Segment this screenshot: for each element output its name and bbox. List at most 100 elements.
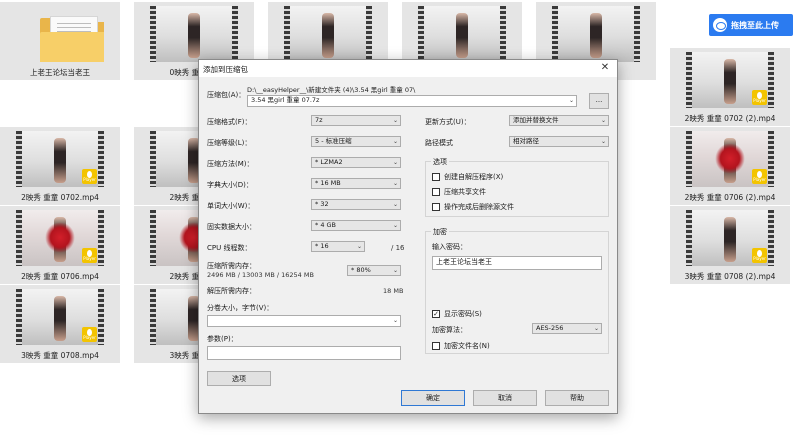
dict-value: * 16 MB (315, 179, 341, 187)
method-label: 压缩方法(M)： (207, 160, 254, 168)
chevron-down-icon: ⌄ (392, 159, 398, 166)
params-label: 参数(P)： (207, 335, 238, 343)
dict-label: 字典大小(D)： (207, 181, 253, 189)
method-value: * LZMA2 (315, 158, 343, 166)
chevron-down-icon: ⌄ (392, 180, 398, 187)
chevron-down-icon: ⌄ (356, 243, 362, 250)
path-mode-select[interactable]: 相对路径 ⌄ (509, 136, 609, 147)
password-label: 输入密码： (432, 243, 467, 251)
enc-method-value: AES-256 (536, 324, 564, 332)
encryption-group: 加密 输入密码： 上老王论坛当老王 ✓ 显示密码(S) 加密算法： AES-256… (425, 227, 609, 354)
encrypt-names-checkbox[interactable]: 加密文件名(N) (432, 341, 490, 351)
archive-label: 压缩包(A)： (207, 91, 246, 99)
mem-decomp-label: 解压所需内存： (207, 287, 256, 295)
chevron-down-icon: ⌄ (600, 138, 606, 145)
mem-percent-select[interactable]: * 80% ⌄ (347, 265, 401, 276)
folder-icon (40, 16, 104, 62)
chevron-down-icon: ⌄ (392, 317, 398, 324)
player-icon: Player (82, 169, 97, 184)
video-thumbnail: Player (16, 289, 104, 345)
browse-button[interactable]: ... (589, 93, 609, 109)
solid-value: * 4 GB (315, 221, 337, 229)
player-icon: Player (82, 327, 97, 342)
chevron-down-icon: ⌄ (593, 325, 599, 332)
player-icon: Player (752, 90, 767, 105)
ok-button[interactable]: 确定 (401, 390, 465, 406)
video-thumbnail (150, 6, 238, 62)
help-button[interactable]: 帮助 (545, 390, 609, 406)
close-icon[interactable]: ✕ (599, 62, 611, 74)
chevron-down-icon: ⌄ (392, 117, 398, 124)
enc-method-label: 加密算法： (432, 326, 467, 334)
format-label: 压缩格式(F)： (207, 118, 252, 126)
word-value: * 32 (315, 200, 329, 208)
file-label: 3映秀 重童 0708 (2).mp4 (684, 272, 776, 281)
delete-source-label: 操作完成后删除源文件 (444, 203, 514, 211)
chevron-down-icon: ⌄ (392, 138, 398, 145)
mem-comp-label: 压缩所需内存： (207, 262, 256, 270)
update-select[interactable]: 添加并替换文件 ⌄ (509, 115, 609, 126)
file-label: 2映秀 重童 0702.mp4 (21, 193, 99, 202)
level-label: 压缩等级(L)： (207, 139, 252, 147)
file-tile-folder[interactable]: 上老王论坛当老王 (0, 2, 120, 80)
threads-value: * 16 (315, 242, 329, 250)
word-label: 单词大小(W)： (207, 202, 255, 210)
cloud-icon (713, 18, 727, 32)
file-tile[interactable]: Player 2映秀 重童 0706 (2).mp4 (670, 127, 790, 205)
cancel-button[interactable]: 取消 (473, 390, 537, 406)
enc-method-select[interactable]: AES-256 ⌄ (532, 323, 602, 334)
format-select[interactable]: 7z ⌄ (311, 115, 401, 126)
path-mode-label: 路径模式 (425, 139, 453, 147)
options-group: 选项 创建自解压程序(X) 压缩共享文件 操作完成后删除源文件 (425, 157, 609, 217)
dict-select[interactable]: * 16 MB ⌄ (311, 178, 401, 189)
method-select[interactable]: * LZMA2 ⌄ (311, 157, 401, 168)
video-thumbnail: Player (686, 52, 774, 108)
mem-comp-value: 2496 MB / 13003 MB / 16254 MB (207, 271, 314, 279)
archive-name-combo[interactable]: 3.54 黑girl 重童 07.7z ⌄ (247, 95, 577, 107)
video-thumbnail: Player (686, 210, 774, 266)
file-tile[interactable]: Player 3映秀 重童 0708.mp4 (0, 285, 120, 363)
params-input[interactable] (207, 346, 401, 360)
file-tile[interactable]: Player 2映秀 重童 0706.mp4 (0, 206, 120, 284)
add-to-archive-dialog: 添加到压缩包 ✕ 压缩包(A)： D:\__easyHelper__\新建文件夹… (198, 59, 618, 414)
video-thumbnail: Player (16, 210, 104, 266)
mem-percent-value: * 80% (351, 266, 371, 274)
split-select[interactable]: ⌄ (207, 315, 401, 327)
update-label: 更新方式(U)： (425, 118, 471, 126)
split-label: 分卷大小，字节(V)： (207, 304, 274, 312)
delete-source-checkbox[interactable]: 操作完成后删除源文件 (432, 202, 514, 212)
solid-label: 固实数据大小： (207, 223, 256, 231)
encryption-group-title: 加密 (431, 227, 449, 237)
threads-select[interactable]: * 16 ⌄ (311, 241, 365, 252)
file-tile[interactable]: Player 2映秀 重童 0702.mp4 (0, 127, 120, 205)
dialog-title: 添加到压缩包 (203, 65, 248, 74)
threads-total: / 16 (391, 244, 405, 252)
video-thumbnail (418, 6, 506, 62)
sfx-label: 创建自解压程序(X) (444, 173, 504, 181)
level-select[interactable]: 5 - 标准压缩 ⌄ (311, 136, 401, 147)
level-value: 5 - 标准压缩 (315, 137, 352, 145)
mem-decomp-value: 18 MB (383, 287, 404, 295)
chevron-down-icon: ⌄ (392, 201, 398, 208)
file-label: 2映秀 重童 0702 (2).mp4 (684, 114, 776, 123)
dialog-titlebar[interactable]: 添加到压缩包 ✕ (199, 60, 617, 77)
shared-checkbox[interactable]: 压缩共享文件 (432, 187, 486, 197)
file-tile[interactable]: Player 2映秀 重童 0702 (2).mp4 (670, 48, 790, 126)
show-password-label: 显示密码(S) (444, 310, 482, 318)
solid-select[interactable]: * 4 GB ⌄ (311, 220, 401, 231)
video-thumbnail (552, 6, 640, 62)
archive-name-value: 3.54 黑girl 重童 07.7z (251, 96, 320, 104)
word-select[interactable]: * 32 ⌄ (311, 199, 401, 210)
upload-button[interactable]: 拖拽至此上传 (709, 14, 793, 36)
video-thumbnail: Player (686, 131, 774, 187)
archive-path: D:\__easyHelper__\新建文件夹 (4)\3.54 黑girl 重… (247, 86, 416, 94)
options-button[interactable]: 选项 (207, 371, 271, 386)
file-tile[interactable]: Player 3映秀 重童 0708 (2).mp4 (670, 206, 790, 284)
file-label: 上老王论坛当老王 (30, 68, 90, 77)
file-label: 3映秀 重童 0708.mp4 (21, 351, 99, 360)
sfx-checkbox[interactable]: 创建自解压程序(X) (432, 172, 503, 182)
path-mode-value: 相对路径 (513, 137, 539, 145)
show-password-checkbox[interactable]: ✓ 显示密码(S) (432, 309, 482, 319)
shared-label: 压缩共享文件 (444, 188, 486, 196)
password-input[interactable]: 上老王论坛当老王 (432, 256, 602, 270)
